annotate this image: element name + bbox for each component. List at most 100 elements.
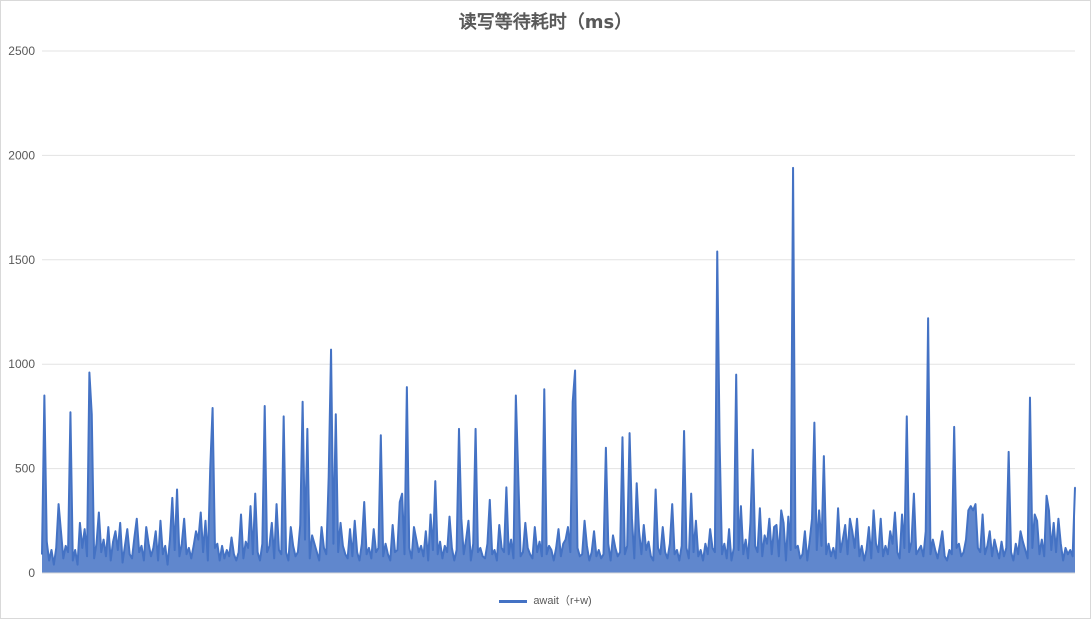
data-point: [527, 547, 529, 549]
data-point: [50, 549, 53, 551]
data-point: [287, 559, 289, 562]
data-point: [849, 518, 851, 520]
data-point: [813, 422, 815, 424]
data-point: [1031, 547, 1033, 549]
data-point: [510, 538, 512, 541]
data-point: [785, 559, 787, 562]
data-point: [512, 557, 515, 559]
data-point: [657, 547, 659, 549]
data-point: [614, 547, 616, 549]
data-point: [830, 555, 832, 557]
data-point: [136, 518, 138, 520]
data-point: [538, 541, 541, 543]
data-point: [1029, 397, 1031, 399]
data-point: [57, 503, 60, 505]
data-point: [261, 543, 263, 545]
data-point: [553, 559, 555, 562]
data-point: [626, 545, 628, 547]
data-point: [221, 545, 223, 547]
data-point: [958, 543, 960, 545]
data-point: [408, 547, 410, 549]
data-point: [1043, 555, 1045, 557]
data-point: [1034, 513, 1036, 516]
data-point: [560, 555, 562, 557]
data-point: [832, 547, 834, 549]
data-point: [974, 503, 977, 505]
data-point: [320, 526, 323, 528]
data-point: [204, 520, 207, 522]
data-point: [913, 493, 915, 495]
data-point: [820, 545, 823, 547]
data-point: [207, 559, 209, 562]
data-point: [434, 480, 436, 482]
data-point: [1022, 541, 1024, 543]
data-point: [579, 555, 581, 557]
y-tick-label: 0: [28, 566, 35, 580]
y-tick-label: 500: [15, 462, 35, 476]
series-area-0: [42, 167, 1075, 573]
data-point: [1067, 553, 1069, 555]
data-point: [474, 428, 477, 430]
data-point: [948, 549, 951, 551]
data-point: [593, 530, 595, 532]
data-point: [1050, 549, 1052, 551]
data-point: [145, 526, 147, 528]
data-point: [162, 553, 164, 555]
data-point: [711, 547, 714, 549]
data-point: [941, 530, 943, 532]
data-point: [598, 549, 600, 551]
data-point: [470, 559, 472, 562]
data-point: [602, 553, 605, 555]
data-point: [588, 559, 590, 562]
data-point: [628, 432, 631, 434]
data-point: [363, 501, 365, 503]
data-point: [1015, 543, 1017, 545]
data-point: [249, 505, 252, 507]
data-point: [977, 547, 979, 549]
data-point: [377, 547, 380, 549]
data-point: [621, 436, 624, 438]
data-point: [695, 520, 697, 522]
data-point: [508, 553, 510, 555]
data-point: [1019, 530, 1022, 532]
data-point: [453, 559, 455, 562]
data-point: [801, 553, 804, 555]
data-point: [664, 551, 666, 553]
data-point: [361, 543, 363, 545]
data-point: [228, 555, 230, 557]
data-point: [612, 534, 614, 537]
data-point: [1024, 549, 1026, 551]
data-point: [799, 557, 801, 559]
data-point: [951, 553, 953, 555]
data-point: [273, 557, 275, 559]
data-point: [993, 538, 996, 541]
data-point: [955, 547, 958, 549]
data-point: [624, 553, 626, 555]
data-point: [638, 530, 640, 532]
data-point: [313, 543, 316, 545]
data-point: [242, 557, 244, 559]
data-point: [747, 557, 749, 559]
data-point: [569, 551, 571, 553]
data-point: [356, 551, 358, 553]
data-point: [773, 526, 775, 528]
data-point: [557, 528, 560, 530]
data-point: [41, 553, 43, 555]
data-point: [936, 557, 939, 559]
data-point: [290, 526, 292, 528]
data-point: [678, 559, 680, 562]
data-point: [330, 348, 332, 351]
data-point: [759, 507, 761, 509]
data-point: [989, 530, 991, 532]
data-point: [1045, 495, 1048, 497]
data-point: [745, 538, 747, 541]
data-point: [230, 536, 233, 539]
data-point: [148, 543, 150, 545]
data-point: [1005, 547, 1007, 549]
data-point: [358, 559, 361, 562]
data-point: [129, 553, 131, 555]
data-point: [944, 555, 946, 557]
data-point: [294, 555, 297, 557]
data-point: [733, 547, 735, 549]
data-point: [190, 557, 192, 559]
